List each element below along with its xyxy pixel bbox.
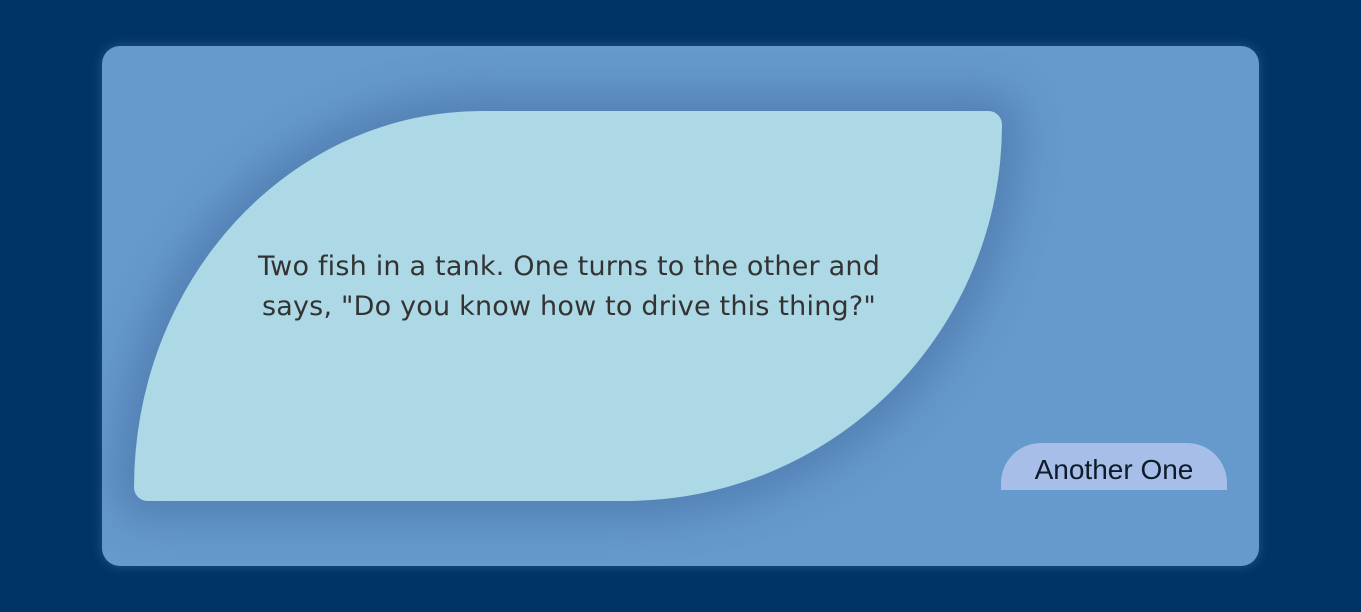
joke-text: Two fish in a tank. One turns to the oth… [257, 251, 881, 322]
joke-bubble: Two fish in a tank. One turns to the oth… [134, 111, 1002, 501]
joke-card: Two fish in a tank. One turns to the oth… [102, 46, 1259, 566]
another-one-button[interactable]: Another One [1001, 443, 1227, 490]
